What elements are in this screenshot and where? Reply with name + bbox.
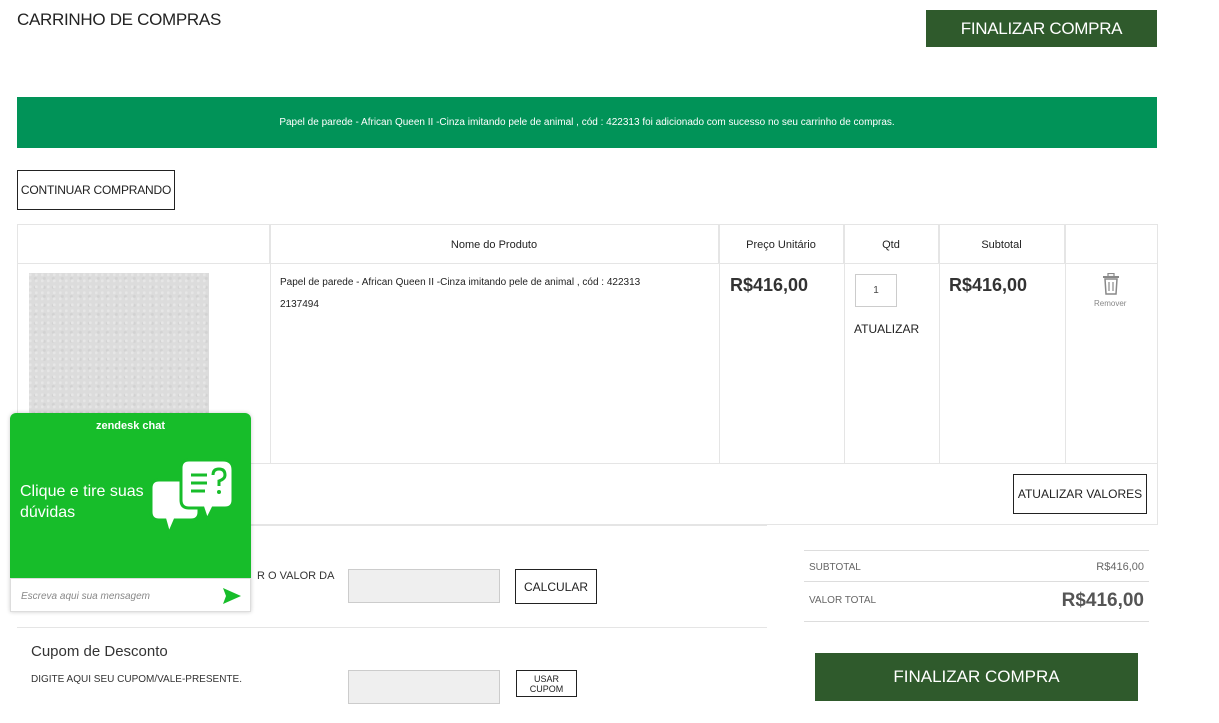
coupon-input[interactable] (348, 670, 500, 704)
header-qty: Qtd (844, 225, 939, 264)
summary-total-label: VALOR TOTAL (809, 595, 877, 606)
summary-divider (804, 550, 1149, 551)
col-divider (719, 225, 720, 464)
header-subtotal: Subtotal (939, 225, 1065, 264)
send-icon[interactable] (222, 587, 242, 605)
header-divider (18, 263, 1157, 264)
page-title: CARRINHO DE COMPRAS (17, 10, 221, 29)
trash-icon[interactable] (1101, 273, 1121, 295)
col-divider (844, 225, 845, 464)
section-divider (17, 627, 767, 628)
chat-message-input[interactable]: Escreva aqui sua mensagem (21, 591, 150, 602)
update-quantity-link[interactable]: ATUALIZAR (854, 322, 919, 336)
header-image (18, 225, 270, 264)
summary-subtotal-label: SUBTOTAL (809, 562, 861, 573)
summary-divider (804, 581, 1149, 582)
item-subtotal: R$416,00 (949, 275, 1028, 295)
continue-shopping-button[interactable]: CONTINUAR COMPRANDO (17, 170, 175, 210)
success-banner: Papel de parede - African Queen II -Cinz… (17, 97, 1157, 148)
chat-brand: zendesk chat (95, 420, 166, 432)
coupon-title: Cupom de Desconto (31, 643, 168, 660)
product-image[interactable] (29, 273, 209, 423)
col-divider (1065, 225, 1066, 464)
coupon-label: DIGITE AQUI SEU CUPOM/VALE-PRESENTE. (31, 674, 242, 685)
chat-footer: Escreva aqui sua mensagem (10, 578, 251, 612)
summary-subtotal-value: R$416,00 (1096, 561, 1144, 573)
apply-coupon-button[interactable]: USAR CUPOM (516, 670, 577, 697)
checkout-button-bottom[interactable]: FINALIZAR COMPRA (815, 653, 1138, 701)
zipcode-input[interactable] (348, 569, 500, 603)
checkout-button-top[interactable]: FINALIZAR COMPRA (926, 10, 1157, 47)
zendesk-chat-widget[interactable]: zendesk chat Clique e tire suas dúvidas … (10, 413, 251, 612)
quantity-input[interactable] (855, 274, 897, 307)
remove-item-link[interactable]: Remover (1094, 299, 1126, 308)
header-product-name: Nome do Produto (270, 225, 719, 264)
header-unit-price: Preço Unitário (719, 225, 844, 264)
col-divider (270, 225, 271, 464)
success-message: Papel de parede - African Queen II -Cinz… (279, 117, 895, 128)
summary-divider (804, 621, 1149, 622)
col-divider (939, 225, 940, 464)
section-divider (250, 525, 767, 526)
chat-bubbles-icon (149, 458, 235, 539)
shipping-label: R O VALOR DA (257, 570, 335, 582)
unit-price: R$416,00 (730, 275, 809, 295)
calculate-shipping-button[interactable]: CALCULAR (515, 569, 597, 604)
product-sku: 2137494 (280, 299, 319, 310)
chat-prompt[interactable]: Clique e tire suas dúvidas (20, 481, 148, 523)
summary-total-value: R$416,00 (1061, 590, 1144, 611)
header-actions (1065, 225, 1157, 264)
update-values-button[interactable]: ATUALIZAR VALORES (1013, 474, 1147, 514)
product-name[interactable]: Papel de parede - African Queen II -Cinz… (280, 277, 640, 288)
